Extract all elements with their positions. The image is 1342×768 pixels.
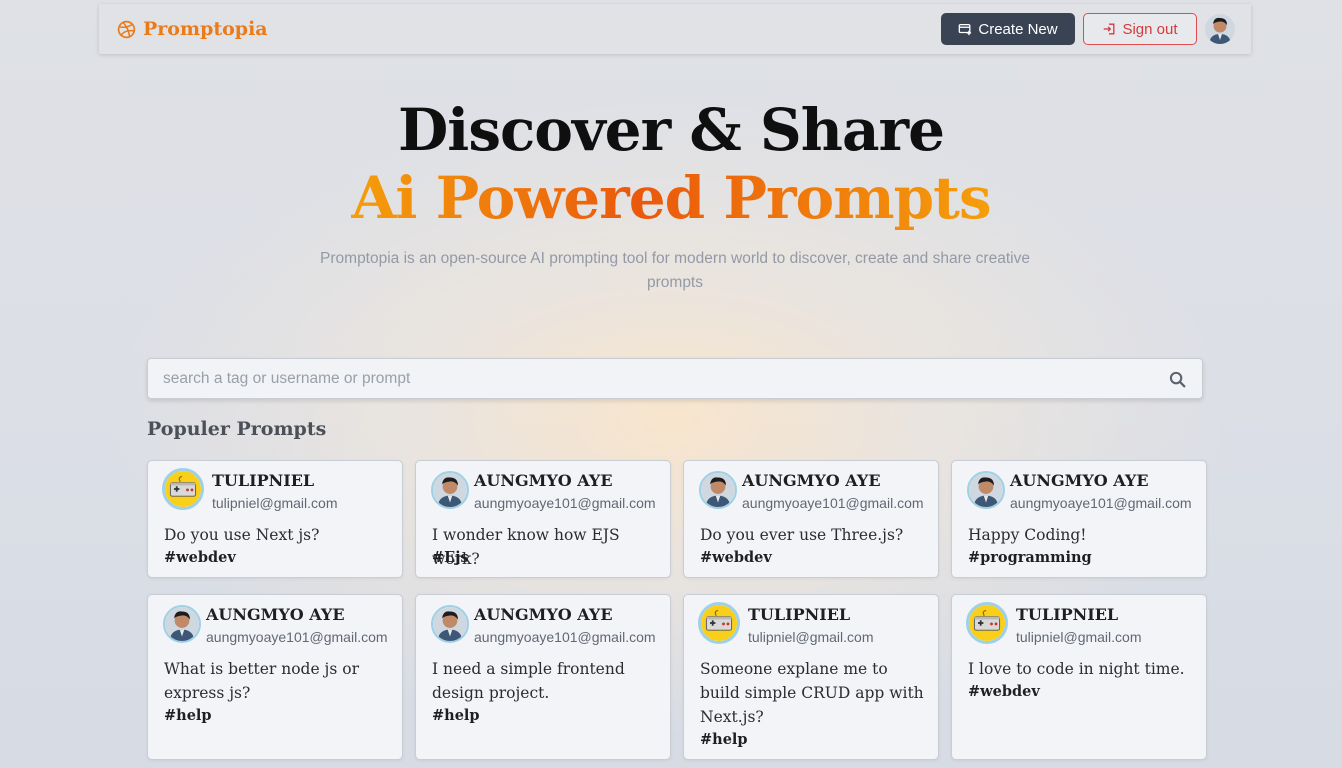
card-username: AUNGMYO AYE <box>742 471 881 490</box>
card-prompt-text: Someone explane me to build simple CRUD … <box>700 660 924 726</box>
user-photo-avatar-icon <box>1205 14 1235 44</box>
card-email: tulipniel@gmail.com <box>212 495 338 511</box>
sign-out-label: Sign out <box>1122 20 1178 38</box>
card-tag[interactable]: #programming <box>968 549 1092 566</box>
brand-name: Promptopia <box>143 18 268 40</box>
card-prompt-text: Do you use Next js? <box>164 526 320 544</box>
card-username: TULIPNIEL <box>212 471 315 490</box>
user-photo-avatar-icon <box>701 473 735 507</box>
prompt-card[interactable]: TULIPNIEL tulipniel@gmail.com I love to … <box>951 594 1207 760</box>
prompt-card[interactable]: AUNGMYO AYE aungmyoaye101@gmail.com Do y… <box>683 460 939 578</box>
dribbble-icon <box>117 20 136 38</box>
card-username: AUNGMYO AYE <box>1010 471 1149 490</box>
card-prompt-text: Do you ever use Three.js? <box>700 526 904 544</box>
card-tag[interactable]: #Ejs <box>432 549 469 566</box>
card-username: AUNGMYO AYE <box>474 605 613 624</box>
card-email: aungmyoaye101@gmail.com <box>474 629 656 645</box>
sign-out-icon <box>1104 23 1115 35</box>
card-prompt-text: What is better node js or express js? <box>164 660 359 702</box>
user-photo-avatar-icon <box>969 473 1003 507</box>
sign-out-button[interactable]: Sign out <box>1083 13 1197 45</box>
add-card-icon <box>959 23 972 36</box>
card-email: aungmyoaye101@gmail.com <box>206 629 388 645</box>
card-email: aungmyoaye101@gmail.com <box>742 495 924 511</box>
section-title: Populer Prompts <box>147 418 327 440</box>
top-navbar: Promptopia Create New Sign out <box>99 4 1251 54</box>
card-username: AUNGMYO AYE <box>206 605 345 624</box>
card-tag[interactable]: #webdev <box>968 683 1040 700</box>
card-tag[interactable]: #webdev <box>700 549 772 566</box>
card-prompt-text: Happy Coding! <box>968 526 1087 544</box>
card-avatar <box>431 471 469 509</box>
search-icon[interactable] <box>1169 371 1186 388</box>
card-username: TULIPNIEL <box>748 605 851 624</box>
create-new-button[interactable]: Create New <box>941 13 1075 45</box>
card-prompt-text: I love to code in night time. <box>968 660 1185 678</box>
prompt-card[interactable]: AUNGMYO AYE aungmyoaye101@gmail.com I wo… <box>415 460 671 578</box>
card-avatar <box>967 471 1005 509</box>
card-tag[interactable]: #help <box>164 707 212 724</box>
card-avatar <box>966 602 1008 644</box>
hero-gradient-text: Ai Powered Prompts <box>351 164 991 232</box>
prompt-card[interactable]: TULIPNIEL tulipniel@gmail.com Do you use… <box>147 460 403 578</box>
user-photo-avatar-icon <box>433 607 467 641</box>
card-username: AUNGMYO AYE <box>474 471 613 490</box>
brand-logo-link[interactable]: Promptopia <box>117 18 268 40</box>
hero-title: Discover & Share <box>398 96 945 164</box>
hero-subtitle: Ai Powered Prompts <box>0 164 1342 232</box>
gamepad-avatar-icon <box>701 605 737 641</box>
prompt-card[interactable]: AUNGMYO AYE aungmyoaye101@gmail.com I ne… <box>415 594 671 760</box>
hero-description: Promptopia is an open-source AI promptin… <box>320 250 1030 291</box>
prompt-card[interactable]: AUNGMYO AYE aungmyoaye101@gmail.com Happ… <box>951 460 1207 578</box>
card-avatar <box>698 602 740 644</box>
card-avatar <box>431 605 469 643</box>
user-avatar[interactable] <box>1205 14 1235 44</box>
user-photo-avatar-icon <box>433 473 467 507</box>
gamepad-avatar-icon <box>165 471 201 507</box>
card-avatar <box>163 605 201 643</box>
user-photo-avatar-icon <box>165 607 199 641</box>
prompt-card[interactable]: AUNGMYO AYE aungmyoaye101@gmail.com What… <box>147 594 403 760</box>
search-input[interactable] <box>148 359 1158 398</box>
card-email: aungmyoaye101@gmail.com <box>474 495 656 511</box>
create-new-label: Create New <box>978 20 1058 38</box>
gamepad-avatar-icon <box>969 605 1005 641</box>
card-email: tulipniel@gmail.com <box>748 629 874 645</box>
card-avatar <box>162 468 204 510</box>
card-email: tulipniel@gmail.com <box>1016 629 1142 645</box>
card-tag[interactable]: #webdev <box>164 549 236 566</box>
search-bar <box>147 358 1203 399</box>
card-tag[interactable]: #help <box>432 707 480 724</box>
card-tag[interactable]: #help <box>700 731 748 748</box>
prompt-card[interactable]: TULIPNIEL tulipniel@gmail.com Someone ex… <box>683 594 939 760</box>
card-avatar <box>699 471 737 509</box>
card-username: TULIPNIEL <box>1016 605 1119 624</box>
card-email: aungmyoaye101@gmail.com <box>1010 495 1192 511</box>
card-prompt-text: I need a simple frontend design project. <box>432 660 625 702</box>
